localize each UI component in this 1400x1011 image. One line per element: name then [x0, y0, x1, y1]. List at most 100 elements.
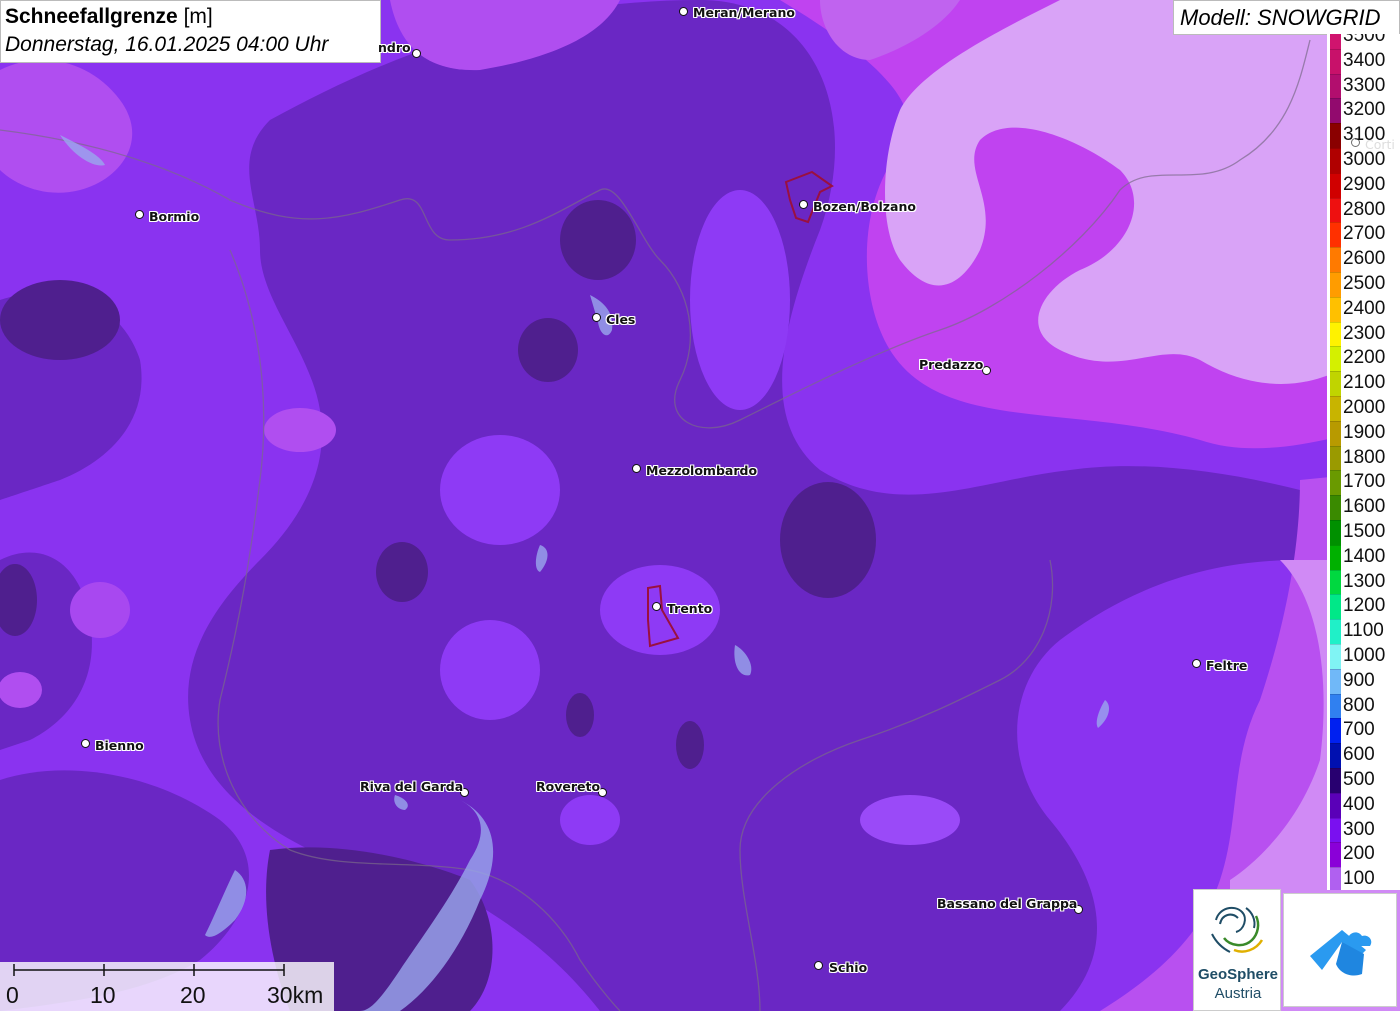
city-label[interactable]: Corti: [1365, 137, 1395, 152]
city-label[interactable]: Trento: [667, 601, 712, 616]
city-marker-icon[interactable]: [412, 49, 421, 58]
legend-row: 1100: [1327, 619, 1400, 644]
legend-row: 1700: [1327, 470, 1400, 496]
legend-row: 2800: [1327, 197, 1400, 223]
map-canvas[interactable]: [0, 0, 1400, 1011]
scale-label-20: 20: [180, 982, 206, 1008]
legend-swatch: [1330, 321, 1341, 347]
city-label[interactable]: Bormio: [149, 209, 199, 224]
legend-swatch: [1330, 420, 1341, 446]
legend-swatch: [1330, 470, 1341, 496]
legend-swatch: [1330, 197, 1341, 223]
city-marker-icon[interactable]: [81, 739, 90, 748]
city-label[interactable]: Meran/Merano: [693, 5, 795, 20]
legend-row: 700: [1327, 718, 1400, 744]
legend-swatch: [1330, 445, 1341, 471]
legend-row: 300: [1327, 817, 1400, 843]
legend-swatch: [1330, 718, 1341, 744]
city-label[interactable]: Schio: [829, 960, 867, 975]
legend-swatch: [1330, 34, 1341, 49]
legend-label: 700: [1343, 719, 1375, 741]
title-unit: [m]: [183, 5, 213, 28]
city-marker-icon[interactable]: [1192, 659, 1201, 668]
legend-label: 600: [1343, 744, 1375, 766]
city-label[interactable]: Cles: [606, 312, 635, 327]
legend-row: 1300: [1327, 569, 1400, 595]
legend-row: 2100: [1327, 371, 1400, 396]
legend-label: 900: [1343, 669, 1375, 691]
legend-swatch: [1330, 743, 1341, 768]
legend-row: 2000: [1327, 396, 1400, 421]
legend-swatch: [1330, 296, 1341, 322]
legend-swatch: [1330, 148, 1341, 173]
city-label[interactable]: Bozen/Bolzano: [813, 199, 916, 214]
legend-swatch: [1330, 495, 1341, 520]
city-marker-icon[interactable]: [652, 602, 661, 611]
city-marker-icon[interactable]: [632, 464, 641, 473]
city-marker-icon[interactable]: [982, 366, 991, 375]
city-label[interactable]: ndro: [378, 40, 411, 55]
legend-swatch: [1330, 842, 1341, 868]
city-marker-icon[interactable]: [679, 7, 688, 16]
legend-row: 100: [1327, 867, 1400, 890]
logo-name: GeoSphere: [1197, 966, 1279, 983]
legend-label: 1000: [1343, 645, 1386, 666]
legend-label: 3000: [1343, 149, 1386, 170]
legend-label: 1800: [1343, 446, 1386, 468]
map-title: Schneefallgrenze [m]: [5, 3, 376, 31]
legend-label: 1300: [1343, 570, 1386, 592]
legend-row: 3200: [1327, 98, 1400, 124]
legend-swatch: [1330, 396, 1341, 421]
legend-swatch: [1330, 371, 1341, 396]
model-label: Modell: SNOWGRID: [1173, 0, 1400, 35]
legend-label: 300: [1343, 818, 1375, 840]
legend-row: 1500: [1327, 520, 1400, 545]
legend-row: 3500: [1327, 34, 1400, 49]
geosphere-emblem-icon: [1211, 906, 1264, 953]
legend-swatch: [1330, 544, 1341, 570]
city-label[interactable]: Riva del Garda: [360, 779, 463, 794]
legend-label: 1400: [1343, 545, 1386, 567]
legend-swatch: [1330, 172, 1341, 198]
legend-label: 3400: [1343, 49, 1386, 71]
city-marker-icon[interactable]: [814, 961, 823, 970]
legend-swatch: [1330, 98, 1341, 124]
legend-label: 2600: [1343, 248, 1386, 270]
city-marker-icon[interactable]: [135, 210, 144, 219]
city-marker-icon[interactable]: [1351, 138, 1360, 147]
legend-swatch: [1330, 619, 1341, 644]
city-label[interactable]: Predazzo: [919, 357, 983, 372]
legend-row: 800: [1327, 693, 1400, 719]
legend-row: 1600: [1327, 495, 1400, 520]
legend-swatch: [1330, 73, 1341, 99]
legend-row: 2700: [1327, 222, 1400, 248]
legend-label: 1700: [1343, 471, 1386, 493]
cloud-arrow-icon: [1310, 930, 1372, 976]
legend-swatch: [1330, 520, 1341, 545]
legend-swatch: [1330, 346, 1341, 372]
legend-swatch: [1330, 247, 1341, 272]
legend-label: 3300: [1343, 74, 1386, 96]
city-label[interactable]: Bassano del Grappa: [937, 896, 1077, 911]
legend-label: 1900: [1343, 421, 1386, 443]
geosphere-logo[interactable]: GeoSphere Austria: [1193, 889, 1281, 1011]
legend-row: 1400: [1327, 544, 1400, 570]
city-label[interactable]: Mezzolombardo: [646, 463, 757, 478]
legend-swatch: [1330, 123, 1341, 148]
city-marker-icon[interactable]: [799, 200, 808, 209]
city-marker-icon[interactable]: [592, 313, 601, 322]
city-label[interactable]: Bienno: [95, 738, 144, 753]
title-box: Schneefallgrenze [m] Donnerstag, 16.01.2…: [0, 0, 381, 63]
city-label[interactable]: Rovereto: [536, 779, 600, 794]
legend-row: 2400: [1327, 296, 1400, 322]
legend-label: 2200: [1343, 347, 1386, 369]
legend-label: 1200: [1343, 595, 1386, 617]
legend-swatch: [1330, 594, 1341, 620]
city-label[interactable]: Feltre: [1206, 658, 1247, 673]
legend-row: 2300: [1327, 321, 1400, 347]
legend-swatch: [1330, 569, 1341, 595]
map-datetime: Donnerstag, 16.01.2025 04:00 Uhr: [5, 33, 329, 56]
weather-app-logo[interactable]: [1283, 893, 1397, 1007]
legend-label: 2300: [1343, 322, 1386, 344]
legend-label: 500: [1343, 769, 1375, 790]
